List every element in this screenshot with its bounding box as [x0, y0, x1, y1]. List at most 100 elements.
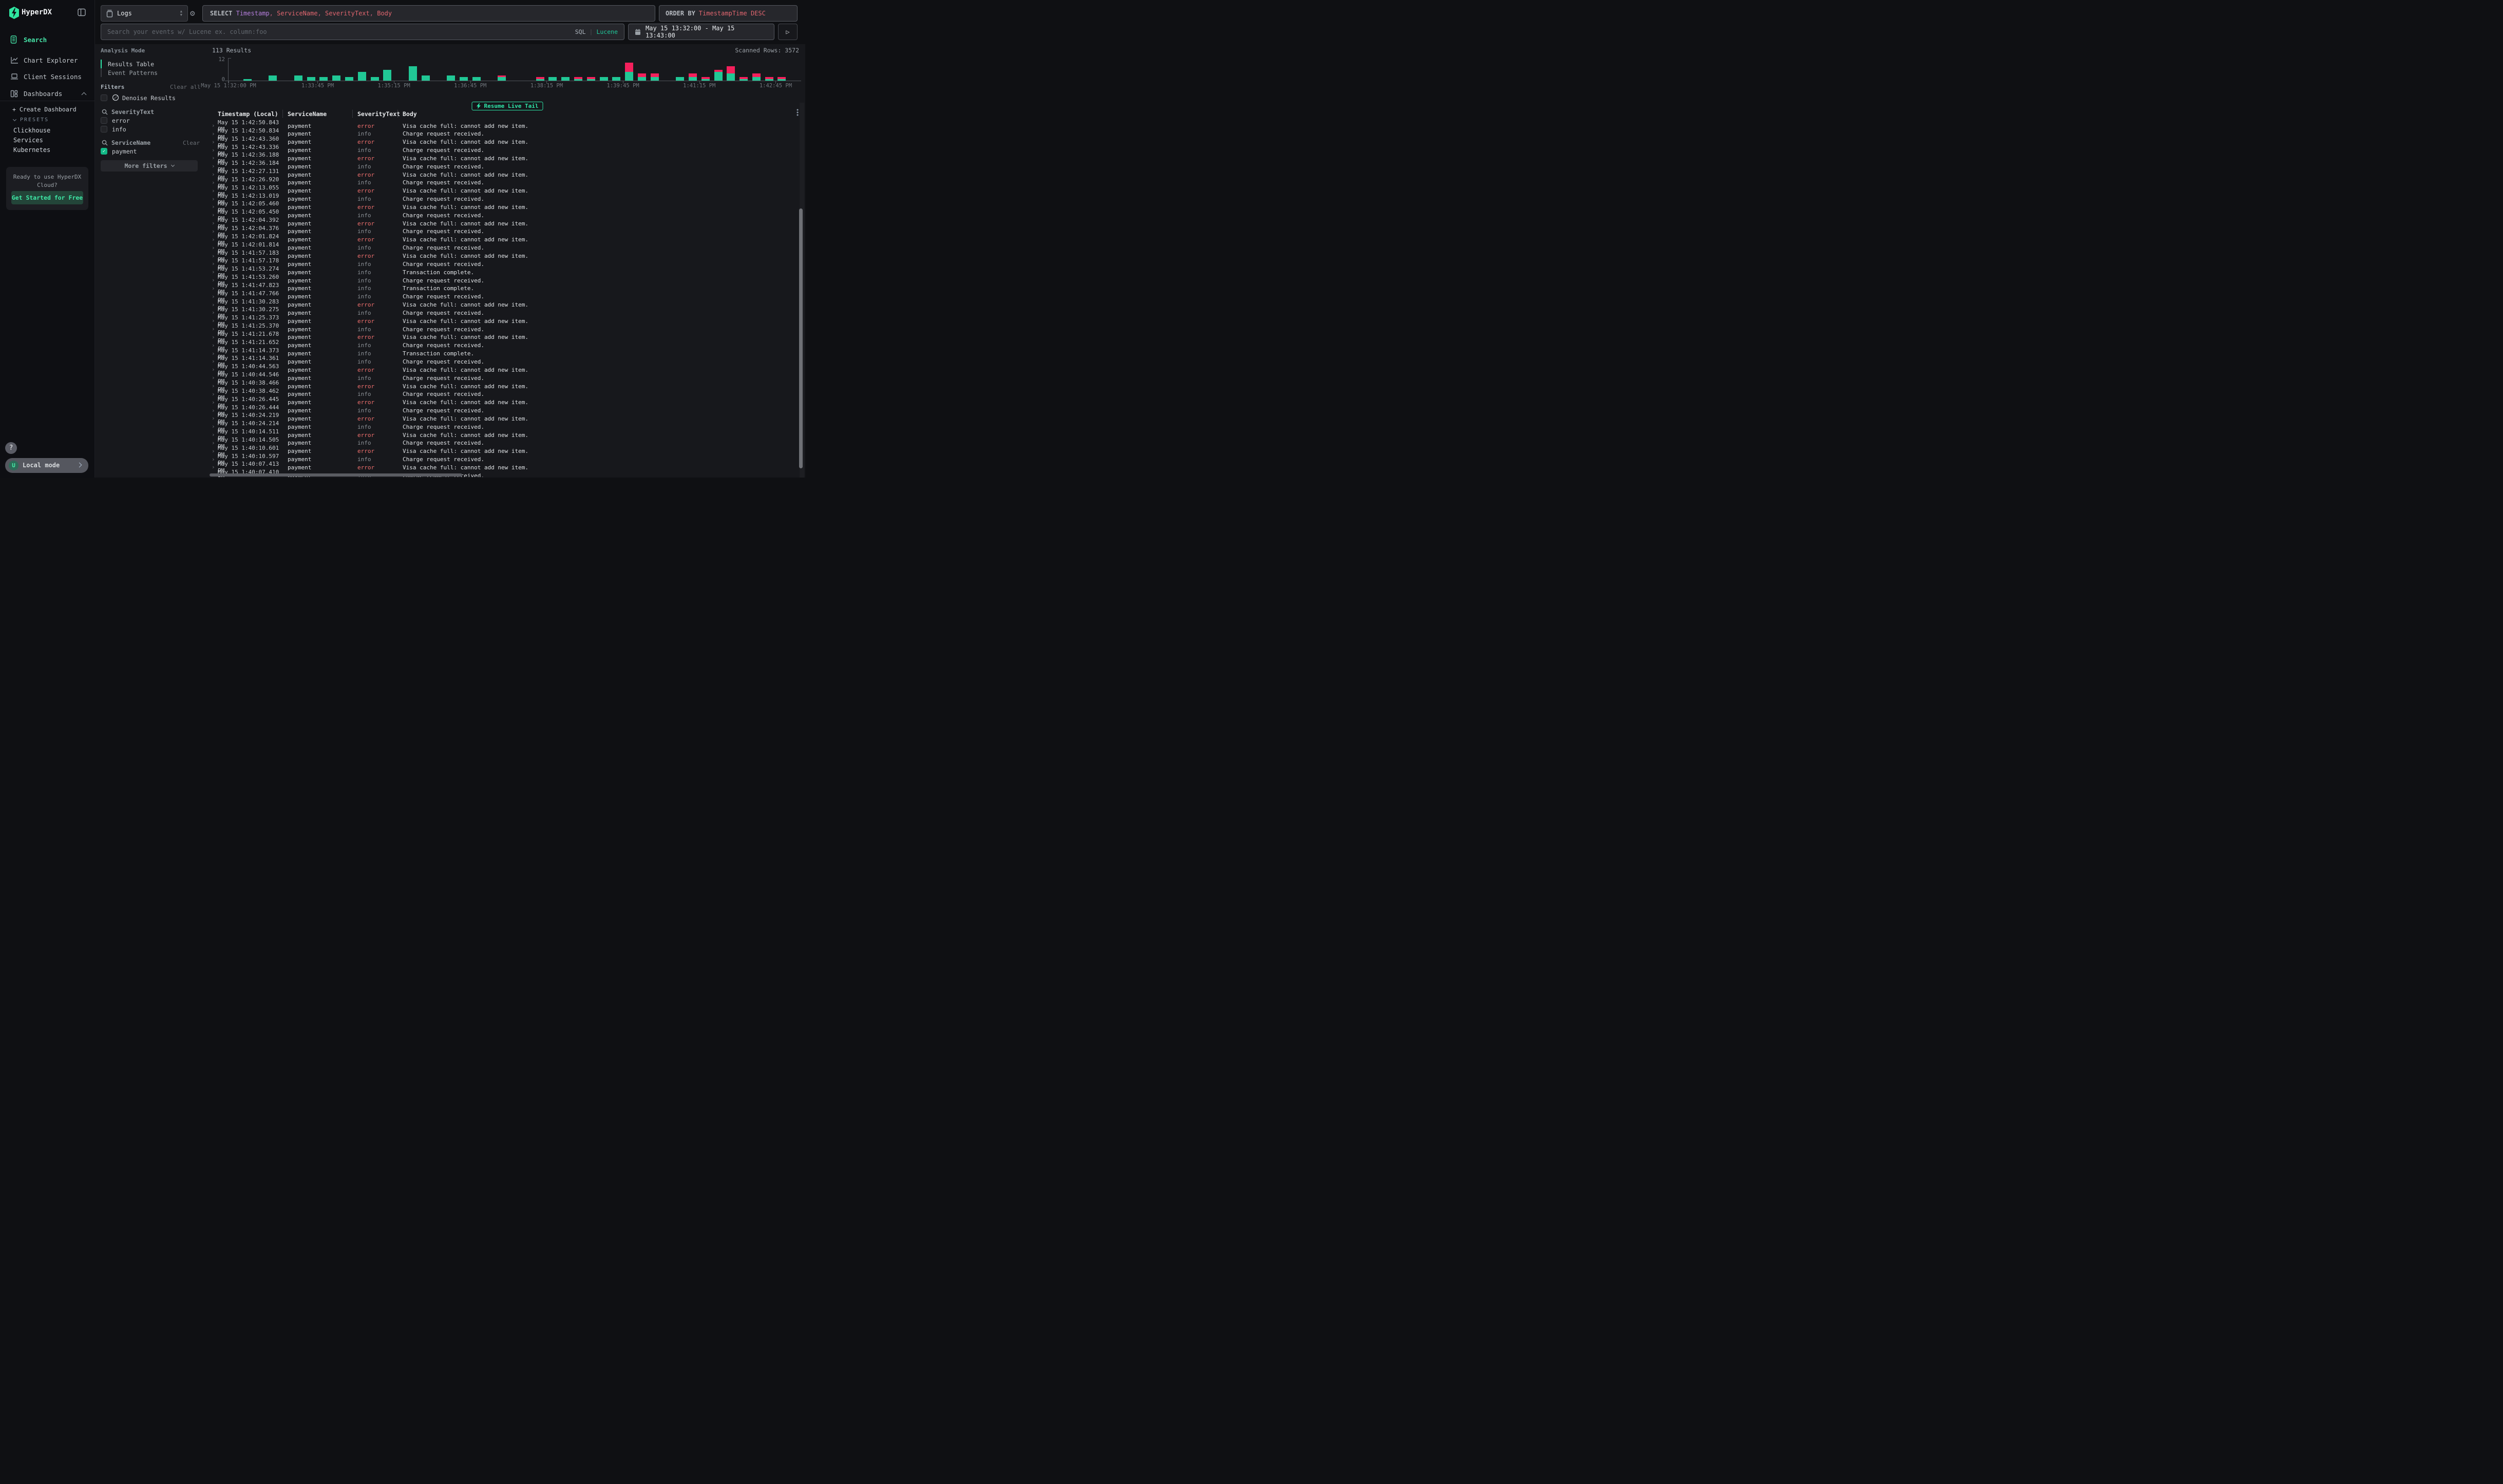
user-menu[interactable]: U Local mode: [5, 458, 88, 473]
time-range-picker[interactable]: May 15 13:32:00 - May 15 13:43:00: [628, 24, 774, 40]
horizontal-scrollbar-thumb[interactable]: [210, 473, 462, 477]
histogram-bar[interactable]: [587, 77, 595, 81]
row-expand-icon[interactable]: ›: [212, 213, 218, 218]
clear-all-button[interactable]: Clear all: [170, 84, 201, 90]
more-filters-button[interactable]: More filters: [101, 160, 198, 172]
toggle-lucene[interactable]: Lucene: [596, 28, 618, 35]
help-button[interactable]: ?: [5, 442, 17, 454]
get-started-button[interactable]: Get Started for Free: [11, 191, 83, 204]
vertical-scrollbar-thumb[interactable]: [799, 208, 803, 468]
histogram-bar[interactable]: [765, 77, 773, 81]
sql-select-input[interactable]: SELECT Timestamp, ServiceName, SeverityT…: [202, 5, 655, 22]
row-expand-icon[interactable]: ›: [212, 441, 218, 446]
histogram-bar[interactable]: [536, 77, 544, 81]
row-expand-icon[interactable]: ›: [212, 359, 218, 364]
column-header-body[interactable]: Body: [403, 110, 417, 118]
filter-group-clear-button[interactable]: Clear: [183, 140, 200, 146]
row-expand-icon[interactable]: ›: [212, 400, 218, 405]
row-expand-icon[interactable]: ›: [212, 432, 218, 437]
histogram-bar[interactable]: [752, 73, 761, 81]
histogram-bar[interactable]: [460, 77, 468, 81]
row-expand-icon[interactable]: ›: [212, 343, 218, 348]
histogram-bar[interactable]: [714, 70, 723, 81]
row-expand-icon[interactable]: ›: [212, 197, 218, 202]
column-header-severitytext[interactable]: SeverityText: [357, 110, 400, 118]
sidebar-item-services[interactable]: Services: [13, 137, 43, 144]
histogram-bar[interactable]: [701, 77, 710, 81]
row-expand-icon[interactable]: ›: [212, 237, 218, 242]
row-expand-icon[interactable]: ›: [212, 188, 218, 194]
row-expand-icon[interactable]: ›: [212, 335, 218, 340]
row-expand-icon[interactable]: ›: [212, 221, 218, 226]
mode-event-patterns[interactable]: Event Patterns: [101, 68, 198, 77]
table-row[interactable]: ›May 15 1:42:50.843 PMpaymenterrorVisa c…: [210, 119, 793, 127]
denoise-checkbox[interactable]: [101, 94, 107, 101]
vertical-scrollbar[interactable]: [800, 103, 804, 478]
row-expand-icon[interactable]: ›: [212, 148, 218, 153]
sidebar-collapse-icon[interactable]: [77, 8, 86, 17]
histogram-bar[interactable]: [307, 77, 315, 81]
sidebar-item-clickhouse[interactable]: Clickhouse: [13, 127, 50, 134]
histogram-bar[interactable]: [294, 75, 302, 81]
row-expand-icon[interactable]: ›: [212, 416, 218, 421]
histogram-bar[interactable]: [332, 75, 340, 81]
histogram-bar[interactable]: [612, 77, 620, 81]
row-expand-icon[interactable]: ›: [212, 254, 218, 259]
create-dashboard-button[interactable]: + Create Dashboard: [12, 106, 77, 113]
row-expand-icon[interactable]: ›: [212, 286, 218, 291]
sidebar-item-kubernetes[interactable]: Kubernetes: [13, 146, 50, 154]
row-expand-icon[interactable]: ›: [212, 123, 218, 128]
histogram-bar[interactable]: [269, 75, 277, 81]
column-resize-handle[interactable]: [282, 110, 283, 118]
row-expand-icon[interactable]: ›: [212, 180, 218, 185]
histogram-bar[interactable]: [345, 77, 353, 81]
row-expand-icon[interactable]: ›: [212, 131, 218, 137]
row-expand-icon[interactable]: ›: [212, 245, 218, 251]
row-expand-icon[interactable]: ›: [212, 156, 218, 161]
row-expand-icon[interactable]: ›: [212, 294, 218, 299]
row-expand-icon[interactable]: ›: [212, 392, 218, 397]
source-select[interactable]: Logs ▲▼: [101, 5, 188, 22]
row-expand-icon[interactable]: ›: [212, 278, 218, 283]
histogram-bar[interactable]: [243, 79, 252, 81]
row-expand-icon[interactable]: ›: [212, 164, 218, 169]
presets-toggle[interactable]: PRESETS: [13, 117, 49, 123]
search-input[interactable]: Search your events w/ Lucene ex. column:…: [101, 24, 624, 40]
row-expand-icon[interactable]: ›: [212, 449, 218, 454]
histogram-bar[interactable]: [727, 66, 735, 81]
histogram-bar[interactable]: [422, 75, 430, 81]
filter-option-label[interactable]: error: [112, 117, 130, 124]
column-resize-handle[interactable]: [397, 110, 398, 118]
denoise-label[interactable]: Denoise Results: [122, 94, 176, 102]
filter-checkbox-payment[interactable]: ✓: [101, 148, 107, 155]
histogram-bar[interactable]: [548, 77, 557, 81]
row-expand-icon[interactable]: ›: [212, 384, 218, 389]
sidebar-item-chart-explorer[interactable]: Chart Explorer: [0, 53, 95, 67]
mode-results-table[interactable]: Results Table: [101, 60, 198, 68]
row-expand-icon[interactable]: ›: [212, 204, 218, 210]
row-expand-icon[interactable]: ›: [212, 270, 218, 275]
sidebar-item-dashboards[interactable]: Dashboards: [0, 87, 95, 100]
histogram-bar[interactable]: [358, 72, 366, 81]
histogram-bar[interactable]: [600, 77, 608, 81]
row-expand-icon[interactable]: ›: [212, 172, 218, 177]
filter-checkbox-info[interactable]: [101, 126, 107, 132]
histogram-bar[interactable]: [498, 75, 506, 81]
row-expand-icon[interactable]: ›: [212, 457, 218, 462]
histogram-bar[interactable]: [625, 63, 633, 81]
column-header-servicename[interactable]: ServiceName: [288, 110, 327, 118]
row-expand-icon[interactable]: ›: [212, 318, 218, 324]
histogram-bar[interactable]: [409, 66, 417, 81]
language-toggle[interactable]: SQL | Lucene: [575, 28, 618, 35]
histogram-bar[interactable]: [319, 77, 328, 81]
histogram-bar[interactable]: [472, 77, 481, 81]
row-expand-icon[interactable]: ›: [212, 261, 218, 267]
row-expand-icon[interactable]: ›: [212, 375, 218, 380]
column-resize-handle[interactable]: [352, 110, 353, 118]
row-expand-icon[interactable]: ›: [212, 408, 218, 413]
histogram-bar[interactable]: [447, 75, 455, 81]
filter-checkbox-error[interactable]: [101, 117, 107, 124]
row-expand-icon[interactable]: ›: [212, 465, 218, 470]
row-expand-icon[interactable]: ›: [212, 140, 218, 145]
sidebar-item-search[interactable]: Search: [0, 33, 95, 46]
